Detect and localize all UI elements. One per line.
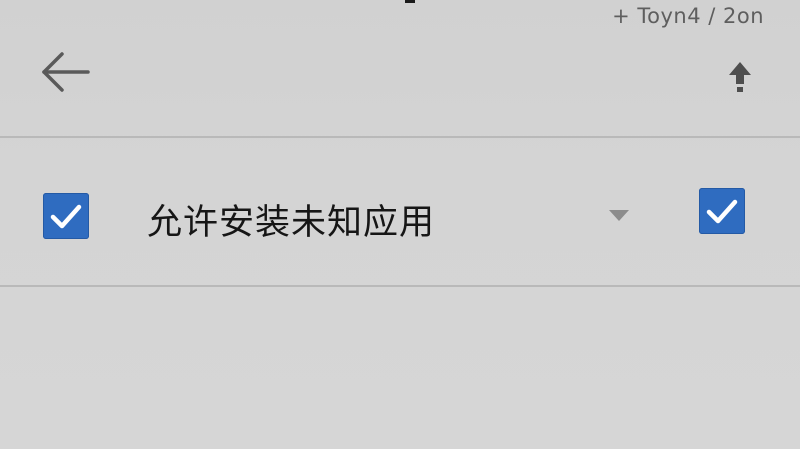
dropdown-button[interactable] (607, 208, 631, 222)
upload-arrow-icon (729, 62, 751, 92)
status-text: + Toyn4 / 2on (612, 4, 764, 28)
enable-checkbox[interactable] (43, 193, 89, 239)
caret-down-icon (609, 210, 629, 221)
setting-row-install-unknown-apps[interactable]: 允许安装未知应用 (0, 138, 800, 285)
upload-button[interactable] (722, 56, 758, 96)
settings-screen: + Toyn4 / 2on 允许安装未知应用 (0, 0, 800, 449)
checkmark-icon (50, 204, 82, 229)
arrow-left-icon (42, 52, 90, 92)
setting-label: 允许安装未知应用 (147, 203, 436, 243)
status-indicator (405, 0, 415, 3)
back-button[interactable] (36, 46, 94, 98)
checkmark-icon (706, 199, 738, 224)
row-divider (0, 285, 800, 287)
allow-checkbox[interactable] (699, 188, 745, 234)
